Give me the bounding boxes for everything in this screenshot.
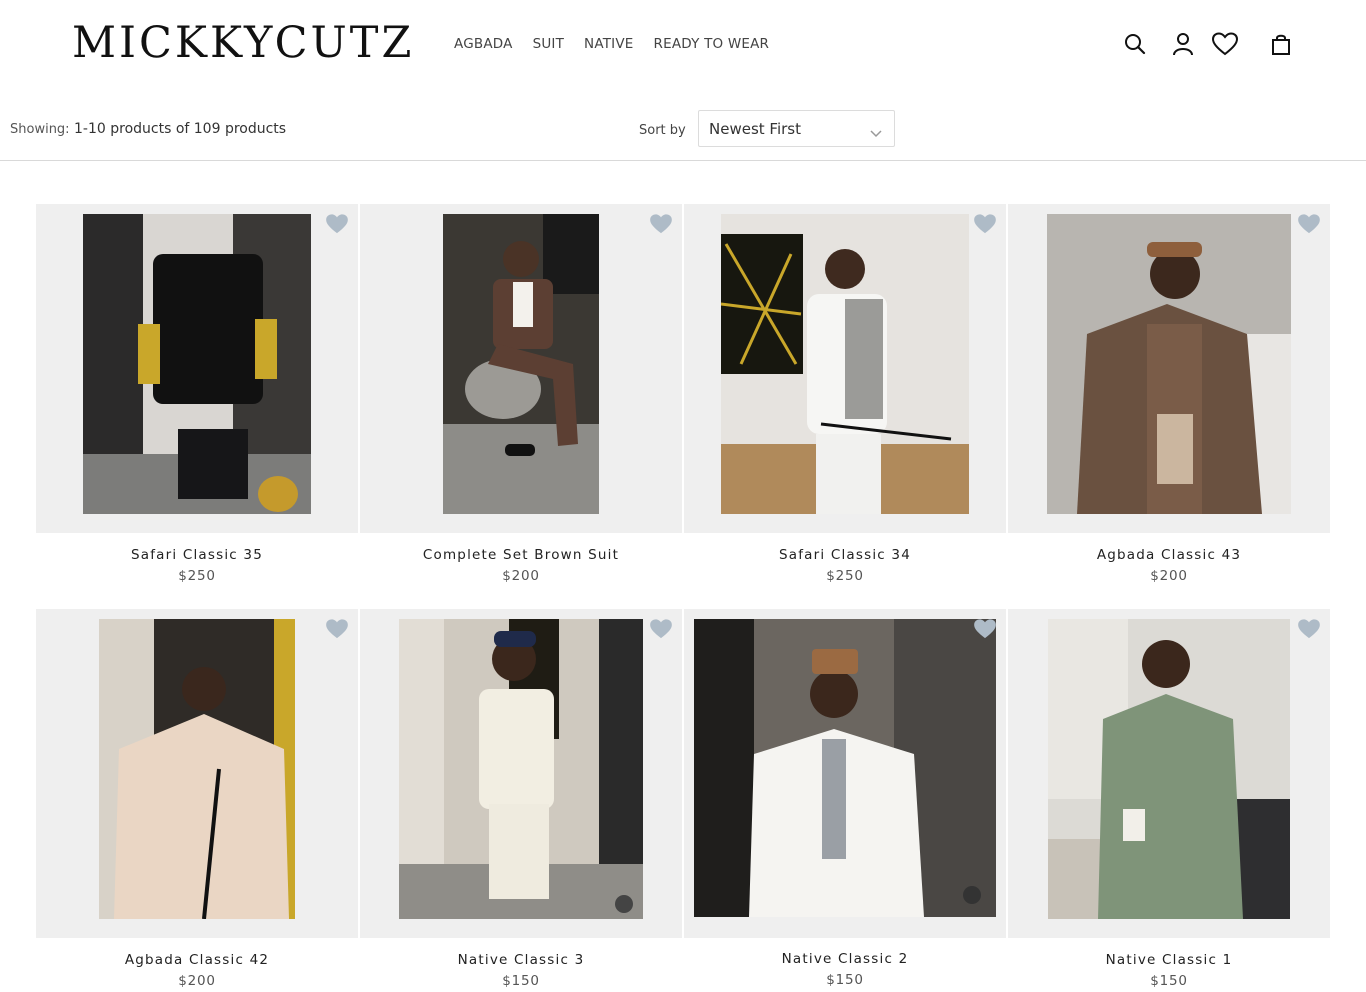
- wishlist-heart-icon[interactable]: [974, 619, 996, 641]
- product-image-frame: [684, 609, 1006, 938]
- product-name[interactable]: Agbada Classic 43: [1008, 547, 1330, 563]
- product-image-frame: [1008, 204, 1330, 533]
- wishlist-heart-icon[interactable]: [974, 214, 996, 236]
- results-count-label: Showing:: [10, 122, 70, 137]
- sort-select[interactable]: Newest First: [698, 110, 895, 147]
- chevron-down-icon: [870, 123, 882, 142]
- product-photo[interactable]: [83, 214, 311, 514]
- wishlist-heart-icon[interactable]: [1212, 30, 1238, 58]
- wishlist-heart-icon[interactable]: [1298, 619, 1320, 641]
- product-photo[interactable]: [99, 619, 295, 919]
- product-price: $200: [178, 973, 216, 989]
- nav-ready-to-wear[interactable]: READY TO WEAR: [654, 35, 770, 53]
- product-image-frame: [36, 609, 358, 938]
- product-photo[interactable]: [721, 214, 969, 514]
- wishlist-heart-icon[interactable]: [650, 619, 672, 641]
- product-price: $200: [502, 568, 540, 584]
- product-photo[interactable]: [443, 214, 599, 514]
- sort-select-value: Newest First: [709, 120, 801, 138]
- product-photo[interactable]: [1047, 214, 1291, 514]
- product-price: $200: [1150, 568, 1188, 584]
- product-price: $150: [502, 973, 540, 989]
- product-image-frame: [1008, 609, 1330, 938]
- product-image-frame: [360, 204, 682, 533]
- product-price: $150: [826, 972, 864, 988]
- search-icon[interactable]: [1122, 30, 1148, 58]
- header-icons: [1122, 30, 1302, 58]
- product-name[interactable]: Complete Set Brown Suit: [360, 547, 682, 563]
- listing-toolbar: Showing: 1-10 products of 109 products S…: [0, 104, 1366, 161]
- nav-agbada[interactable]: AGBADA: [454, 35, 513, 53]
- wishlist-heart-icon[interactable]: [326, 214, 348, 236]
- product-image-frame: [360, 609, 682, 938]
- sort-label: Sort by: [639, 123, 686, 138]
- product-name[interactable]: Native Classic 3: [360, 952, 682, 968]
- brand-logo[interactable]: MICKKYCUTZ: [72, 18, 414, 68]
- wishlist-heart-icon[interactable]: [326, 619, 348, 641]
- wishlist-heart-icon[interactable]: [650, 214, 672, 236]
- product-name[interactable]: Safari Classic 35: [36, 547, 358, 563]
- product-name[interactable]: Native Classic 2: [684, 951, 1006, 967]
- product-price: $250: [178, 568, 216, 584]
- product-name[interactable]: Safari Classic 34: [684, 547, 1006, 563]
- product-name[interactable]: Native Classic 1: [1008, 952, 1330, 968]
- shopping-bag-icon[interactable]: [1268, 30, 1294, 58]
- results-count: Showing: 1-10 products of 109 products: [10, 121, 286, 137]
- product-photo[interactable]: [399, 619, 643, 919]
- main-nav: AGBADA SUIT NATIVE READY TO WEAR: [454, 35, 769, 53]
- results-count-value: 1-10 products of 109 products: [74, 121, 287, 137]
- product-image-frame: [36, 204, 358, 533]
- product-price: $150: [1150, 973, 1188, 989]
- nav-native[interactable]: NATIVE: [584, 35, 633, 53]
- product-photo[interactable]: [694, 619, 996, 917]
- wishlist-heart-icon[interactable]: [1298, 214, 1320, 236]
- nav-suit[interactable]: SUIT: [533, 35, 564, 53]
- site-header: MICKKYCUTZ AGBADA SUIT NATIVE READY TO W…: [0, 0, 1366, 90]
- product-image-frame: [684, 204, 1006, 533]
- product-name[interactable]: Agbada Classic 42: [36, 952, 358, 968]
- product-photo[interactable]: [1048, 619, 1290, 919]
- account-icon[interactable]: [1170, 30, 1196, 58]
- product-price: $250: [826, 568, 864, 584]
